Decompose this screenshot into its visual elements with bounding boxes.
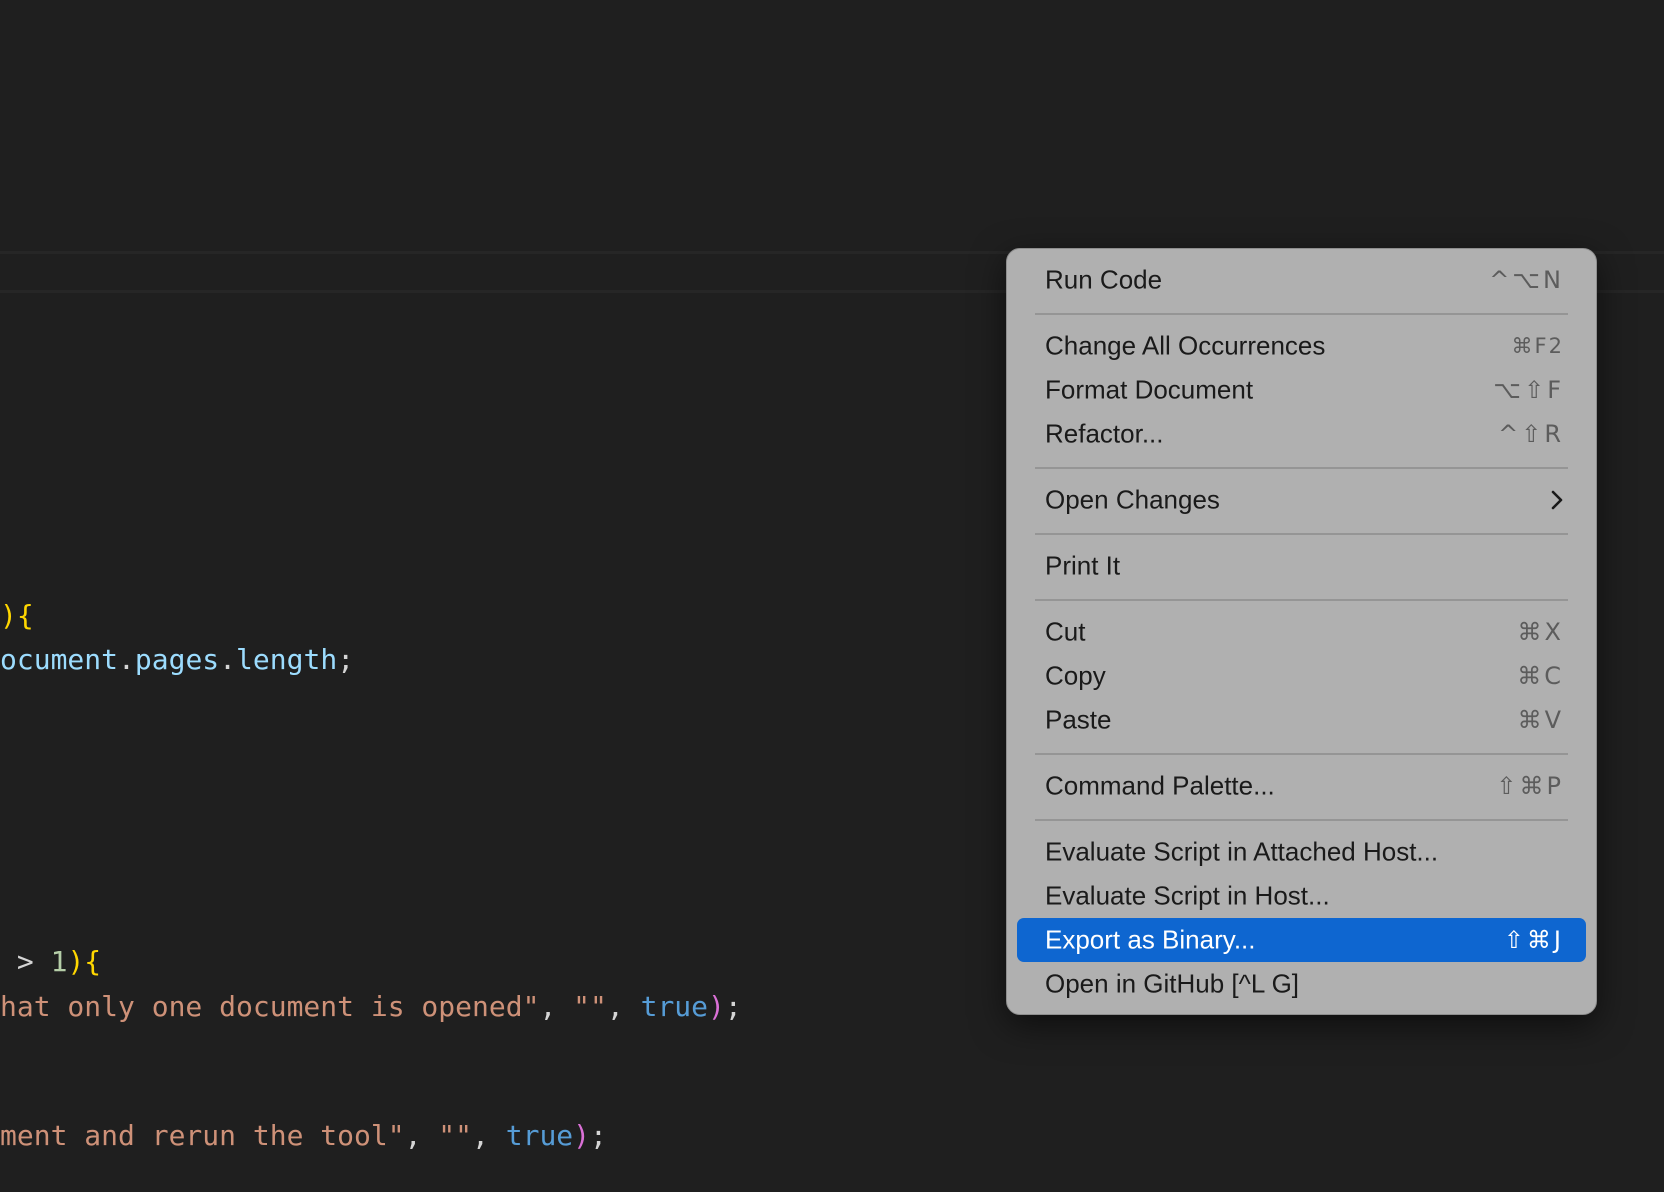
menu-item-shortcut: ⇧⌘J	[1503, 926, 1564, 954]
menu-item-command-palette[interactable]: Command Palette... ⇧⌘P	[1017, 764, 1586, 808]
menu-item-export-as-binary[interactable]: Export as Binary... ⇧⌘J	[1017, 918, 1586, 962]
code-token: length	[236, 643, 338, 676]
context-menu: Run Code ^⌥N Change All Occurrences ⌘F2 …	[1006, 248, 1597, 1015]
code-line: ment and rerun the tool", "", true);	[0, 1116, 607, 1156]
menu-item-shortcut: ⌘V	[1517, 706, 1564, 734]
code-token: ;	[724, 990, 742, 1023]
code-token: >	[0, 945, 51, 978]
code-token: ){	[0, 599, 34, 632]
menu-item-format-document[interactable]: Format Document ⌥⇧F	[1017, 368, 1586, 412]
code-token: 1	[50, 945, 68, 978]
code-token: )	[573, 1119, 591, 1152]
code-token: ""	[573, 990, 607, 1023]
menu-separator	[1035, 753, 1568, 755]
code-token: pages	[134, 643, 220, 676]
menu-item-shortcut: ^⌥N	[1489, 266, 1564, 294]
menu-item-change-all-occurrences[interactable]: Change All Occurrences ⌘F2	[1017, 324, 1586, 368]
code-token: true	[640, 990, 709, 1023]
menu-item-evaluate-script-host[interactable]: Evaluate Script in Host...	[1017, 874, 1586, 918]
code-token: hat only one document is opened"	[0, 990, 540, 1023]
code-line: ocument.pages.length;	[0, 640, 354, 680]
code-token: ,	[404, 1119, 439, 1152]
menu-item-print-it[interactable]: Print It	[1017, 544, 1586, 588]
menu-separator	[1035, 599, 1568, 601]
menu-item-open-in-github[interactable]: Open in GitHub [^L G]	[1017, 962, 1586, 1006]
menu-item-refactor[interactable]: Refactor... ^⇧R	[1017, 412, 1586, 456]
menu-item-label: Paste	[1045, 704, 1112, 735]
menu-item-label: Print It	[1045, 550, 1121, 581]
menu-item-label: Export as Binary...	[1045, 924, 1256, 955]
menu-item-label: Open Changes	[1045, 484, 1220, 515]
menu-item-shortcut: ⌘F2	[1511, 334, 1564, 358]
menu-item-label: Run Code	[1045, 264, 1163, 295]
code-token: ment and rerun the tool"	[0, 1119, 405, 1152]
menu-item-shortcut: ⌥⇧F	[1493, 376, 1564, 404]
menu-item-cut[interactable]: Cut ⌘X	[1017, 610, 1586, 654]
menu-item-label: Format Document	[1045, 374, 1254, 405]
menu-item-label: Change All Occurrences	[1045, 330, 1326, 361]
menu-separator	[1035, 467, 1568, 469]
menu-separator	[1035, 533, 1568, 535]
menu-item-label: Cut	[1045, 616, 1086, 647]
menu-item-shortcut: ⌘C	[1517, 662, 1564, 690]
menu-item-label: Refactor...	[1045, 418, 1164, 449]
menu-item-label: Evaluate Script in Host...	[1045, 880, 1330, 911]
menu-item-label: Open in GitHub [^L G]	[1045, 968, 1300, 999]
menu-item-shortcut: ⇧⌘P	[1496, 772, 1564, 800]
code-line: > 1){	[0, 942, 101, 982]
code-token: ""	[438, 1119, 473, 1152]
code-token: ;	[590, 1119, 607, 1152]
code-token: ocument	[0, 643, 119, 676]
menu-item-label: Copy	[1045, 660, 1106, 691]
menu-item-label: Command Palette...	[1045, 770, 1275, 801]
code-token: ,	[472, 1119, 506, 1152]
code-token: true	[505, 1119, 574, 1152]
menu-item-label: Evaluate Script in Attached Host...	[1045, 836, 1439, 867]
chevron-right-icon	[1551, 490, 1563, 510]
code-token: ,	[539, 990, 574, 1023]
menu-item-open-changes[interactable]: Open Changes	[1017, 478, 1586, 522]
code-token: .	[118, 643, 135, 676]
menu-item-run-code[interactable]: Run Code ^⌥N	[1017, 258, 1586, 302]
code-token: {	[84, 945, 102, 978]
code-line: hat only one document is opened", "", tr…	[0, 987, 742, 1027]
menu-item-copy[interactable]: Copy ⌘C	[1017, 654, 1586, 698]
code-token: ;	[337, 643, 355, 676]
menu-item-evaluate-script-attached-host[interactable]: Evaluate Script in Attached Host...	[1017, 830, 1586, 874]
code-token: ,	[606, 990, 641, 1023]
menu-item-paste[interactable]: Paste ⌘V	[1017, 698, 1586, 742]
code-token: )	[708, 990, 725, 1023]
menu-item-shortcut: ⌘X	[1517, 618, 1564, 646]
code-token: .	[219, 643, 237, 676]
menu-item-shortcut: ^⇧R	[1498, 420, 1564, 448]
code-token: )	[67, 945, 85, 978]
menu-separator	[1035, 313, 1568, 315]
menu-separator	[1035, 819, 1568, 821]
code-line: ){	[0, 596, 34, 636]
